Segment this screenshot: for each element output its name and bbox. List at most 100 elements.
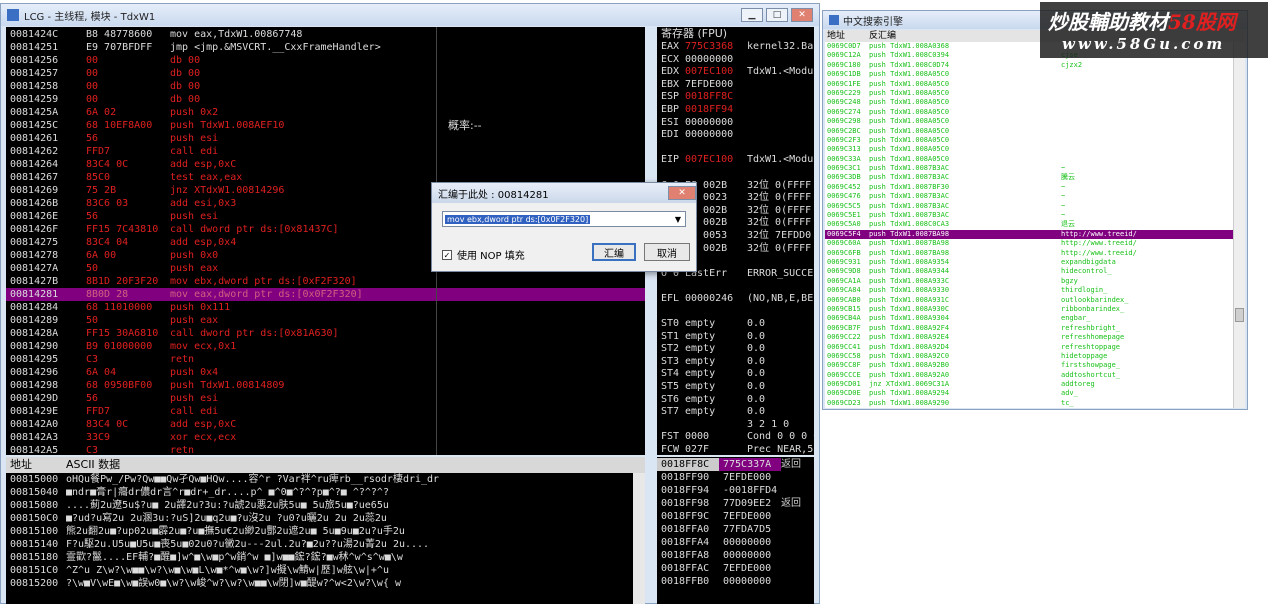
minimize-button[interactable]: ▁ xyxy=(741,8,763,22)
dump-scrollbar[interactable] xyxy=(633,473,645,604)
cpu-window-titlebar[interactable]: LCG - 主线程, 模块 - TdxW1 ▁ □ ✕ xyxy=(1,4,819,26)
dump-row[interactable]: 00815040 ■ndr■膏r|癟dr儂dr言^r■dr+_dr....p^ ■… xyxy=(6,486,645,499)
search-result-row[interactable]: 0069C5A0 push TdxW1.008C0CA3 退云 xyxy=(825,220,1233,229)
search-result-row[interactable]: 0069C3C1 push TdxW1.0087B3AC ~ xyxy=(825,164,1233,173)
disasm-row[interactable]: 00814295 C3 retn xyxy=(6,353,645,366)
register-row[interactable] xyxy=(657,280,814,293)
search-result-row[interactable]: 0069C248 push TdxW1.008A05C0 xyxy=(825,98,1233,107)
stack-row[interactable]: 0018FF98 77D09EE2 返回 xyxy=(657,497,814,510)
search-result-row[interactable]: 0069C60A push TdxW1.0087BA98 http://www.tr… xyxy=(825,239,1233,248)
search-result-row[interactable]: 0069CD23 push TdxW1.008A9290 tc_ xyxy=(825,399,1233,408)
search-result-row[interactable]: 0069C931 push TdxW1.008A9354 expandbigdata xyxy=(825,258,1233,267)
register-row[interactable]: 3 2 1 0 xyxy=(657,419,814,432)
dump-row[interactable]: 00815100 熊2u翻2u■?up02u■霹2u■?u■撫5u€2u緲2u酆2… xyxy=(6,525,645,538)
close-button[interactable]: ✕ xyxy=(791,8,813,22)
disasm-row[interactable]: 00814256 00 db 00 xyxy=(6,54,645,67)
disasm-row[interactable]: 00814290 B9 01000000 mov ecx,0x1 xyxy=(6,340,645,353)
search-result-row[interactable]: 0069C298 push TdxW1.008A05C0 xyxy=(825,117,1233,126)
disasm-row[interactable]: 00814258 00 db 00 xyxy=(6,80,645,93)
dump-row[interactable]: 00815140 F?u駆2u.U5u■U5u■喪5u■02u0?u黴2u---2… xyxy=(6,538,645,551)
search-result-row[interactable]: 0069C1FE push TdxW1.008A05C0 xyxy=(825,80,1233,89)
register-row[interactable]: ST1 empty 0.0 xyxy=(657,331,814,344)
register-row[interactable]: EDI 00000000 xyxy=(657,129,814,142)
search-result-row[interactable]: 0069C2BC push TdxW1.008A05C0 xyxy=(825,127,1233,136)
dialog-close-button[interactable]: ✕ xyxy=(668,186,696,200)
disasm-row[interactable]: 0081425C 68 10EF8A00 push TdxW1.008AEF10 xyxy=(6,119,645,132)
maximize-button[interactable]: □ xyxy=(766,8,788,22)
register-row[interactable]: ESP 0018FF8C xyxy=(657,91,814,104)
register-row[interactable]: ST2 empty 0.0 xyxy=(657,343,814,356)
disasm-row[interactable]: 00814296 6A 04 push 0x4 xyxy=(6,366,645,379)
register-row[interactable]: EBX 7EFDE000 xyxy=(657,79,814,92)
register-row[interactable]: FCW 027F Prec NEAR,53 xyxy=(657,444,814,455)
disasm-row[interactable]: 0081428A FF15 30A6810 call dword ptr ds:[0… xyxy=(6,327,645,340)
search-result-row[interactable]: 0069C1DB push TdxW1.008A05C0 xyxy=(825,70,1233,79)
register-row[interactable]: ST3 empty 0.0 xyxy=(657,356,814,369)
disasm-row[interactable]: 00814259 00 db 00 xyxy=(6,93,645,106)
search-result-row[interactable]: 0069CA84 push TdxW1.008A9330 thirdlogin_ xyxy=(825,286,1233,295)
register-row[interactable]: ST0 empty 0.0 xyxy=(657,318,814,331)
search-result-row[interactable]: 0069CC58 push TdxW1.008A92C0 hidetoppage xyxy=(825,352,1233,361)
register-row[interactable]: EAX 775C3368 kernel32.Ba xyxy=(657,41,814,54)
register-row[interactable]: EDX 007EC100 TdxW1.<Modu xyxy=(657,66,814,79)
disasm-row[interactable]: 008142A3 33C9 xor ecx,ecx xyxy=(6,431,645,444)
search-result-row[interactable]: 0069CC22 push TdxW1.008A92E4 refreshhomepa… xyxy=(825,333,1233,342)
assemble-dialog-titlebar[interactable]: 汇编于此处 : 00814281 ✕ xyxy=(432,183,696,203)
stack-row[interactable]: 0018FFA4 00000000 xyxy=(657,536,814,549)
disasm-row[interactable]: 0081425A 6A 02 push 0x2 xyxy=(6,106,645,119)
register-row[interactable]: ST6 empty 0.0 xyxy=(657,394,814,407)
search-result-row[interactable]: 0069C33A push TdxW1.008A05C0 xyxy=(825,155,1233,164)
disasm-row[interactable]: 00814284 68 11010000 push 0x111 xyxy=(6,301,645,314)
search-result-row[interactable]: 0069C3DB push TdxW1.0087B3AC 騰云 xyxy=(825,173,1233,182)
dump-row[interactable]: 00815000 oHQu餐Pw_/Pw?Qw■■Qw孑Qw■HQw....容^r… xyxy=(6,473,645,486)
search-results-list[interactable]: 0069C0D7 push TdxW1.008A0368 0069C12A push … xyxy=(825,42,1233,408)
search-result-row[interactable]: 0069CC41 push TdxW1.008A92D4 refreshtoppag… xyxy=(825,343,1233,352)
dump-row[interactable]: 00815200 ?\w■V\wE■\w■誤w0■\w?\w峻^w?\w?\w■■… xyxy=(6,577,645,590)
assemble-input[interactable]: mov ebx,dword ptr ds:[0x0F2F320] ▼ xyxy=(442,211,686,227)
search-result-row[interactable]: 0069C2F3 push TdxW1.008A05C0 xyxy=(825,136,1233,145)
search-result-row[interactable]: 0069CA1A push TdxW1.008A933C bgzy xyxy=(825,277,1233,286)
disasm-row[interactable]: 00814261 56 push esi xyxy=(6,132,645,145)
stack-row[interactable]: 0018FF9C 7EFDE000 xyxy=(657,510,814,523)
stack-row[interactable]: 0018FF94 -0018FFD4 xyxy=(657,484,814,497)
disasm-row[interactable]: 00814251 E9 707BFDFF jmp <jmp.&MSVCRT.__Cx… xyxy=(6,41,645,54)
stack-row[interactable]: 0018FFAC 7EFDE000 xyxy=(657,562,814,575)
disasm-row[interactable]: 00814262 FFD7 call edi xyxy=(6,145,645,158)
disasm-row[interactable]: 00814289 50 push eax xyxy=(6,314,645,327)
search-result-row[interactable]: 0069C313 push TdxW1.008A05C0 xyxy=(825,145,1233,154)
search-result-row[interactable]: 0069C274 push TdxW1.008A05C0 xyxy=(825,108,1233,117)
dump-row[interactable]: 008151C0 ^Z^u Z\w?\w■■\w?\w■\w■L\w■*^w■\w… xyxy=(6,564,645,577)
dump-pane[interactable]: 地址 ASCII 数据 00815000 oHQu餐Pw_/Pw?Qw■■Qw孑Q… xyxy=(6,457,645,604)
dump-row[interactable]: 00815180 霊歡?鬣....EF輔?■醒■]w^■\w■p^w銷^w ■]w… xyxy=(6,551,645,564)
disasm-row[interactable]: 0081429E FFD7 call edi xyxy=(6,405,645,418)
assemble-button[interactable]: 汇编 xyxy=(592,243,636,261)
register-row[interactable]: ESI 00000000 xyxy=(657,117,814,130)
search-result-row[interactable]: 0069CB4A push TdxW1.008A9304 engbar_ xyxy=(825,314,1233,323)
disasm-row[interactable]: 0081429D 56 push esi xyxy=(6,392,645,405)
chevron-down-icon[interactable]: ▼ xyxy=(671,215,685,224)
search-result-row[interactable]: 0069C5E1 push TdxW1.0087B3AC ~ xyxy=(825,211,1233,220)
search-scrollbar[interactable] xyxy=(1233,42,1245,408)
search-result-row[interactable]: 0069CC8F push TdxW1.008A92B0 firstshowpage… xyxy=(825,361,1233,370)
register-row[interactable] xyxy=(657,305,814,318)
nop-fill-checkbox[interactable]: ✓ 使用 NOP 填充 xyxy=(442,247,525,262)
search-result-row[interactable]: 0069CAB0 push TdxW1.008A931C outlookbarind… xyxy=(825,296,1233,305)
disasm-row[interactable]: 00814298 68 0950BF00 push TdxW1.00814809 xyxy=(6,379,645,392)
register-row[interactable] xyxy=(657,167,814,180)
register-row[interactable] xyxy=(657,142,814,155)
disasm-row[interactable]: 00814257 00 db 00 xyxy=(6,67,645,80)
dump-row[interactable]: 00815080 ....薊2u遼5u$?u■ 2u譯2u?3u:?u諕2u悪2u… xyxy=(6,499,645,512)
stack-row[interactable]: 0018FFA0 77FDA7D5 xyxy=(657,523,814,536)
search-result-row[interactable]: 0069CCCE push TdxW1.008A92A0 addtoshortcut… xyxy=(825,371,1233,380)
stack-row[interactable]: 0018FFA8 00000000 xyxy=(657,549,814,562)
stack-row[interactable]: 0018FF8C 775C337A 返回 xyxy=(657,458,814,471)
disasm-row[interactable]: 0081427B 8B1D 20F3F20 mov ebx,dword ptr ds… xyxy=(6,275,645,288)
register-row[interactable]: ECX 00000000 xyxy=(657,54,814,67)
dump-row[interactable]: 008150C0 ■?ud?u寫2u 2u溷3u:?uS]2u■q2u■?u沒2u… xyxy=(6,512,645,525)
register-row[interactable]: ST5 empty 0.0 xyxy=(657,381,814,394)
search-result-row[interactable]: 0069CD01 jnz XTdxW1.0069C31A addtoreg xyxy=(825,380,1233,389)
disasm-row[interactable]: 008142A0 83C4 0C add esp,0xC xyxy=(6,418,645,431)
cancel-button[interactable]: 取消 xyxy=(644,243,690,261)
search-result-row[interactable]: 0069C180 push TdxW1.008C0D74 cjzx2 xyxy=(825,61,1233,70)
disasm-row[interactable]: 008142A5 C3 retn xyxy=(6,444,645,455)
